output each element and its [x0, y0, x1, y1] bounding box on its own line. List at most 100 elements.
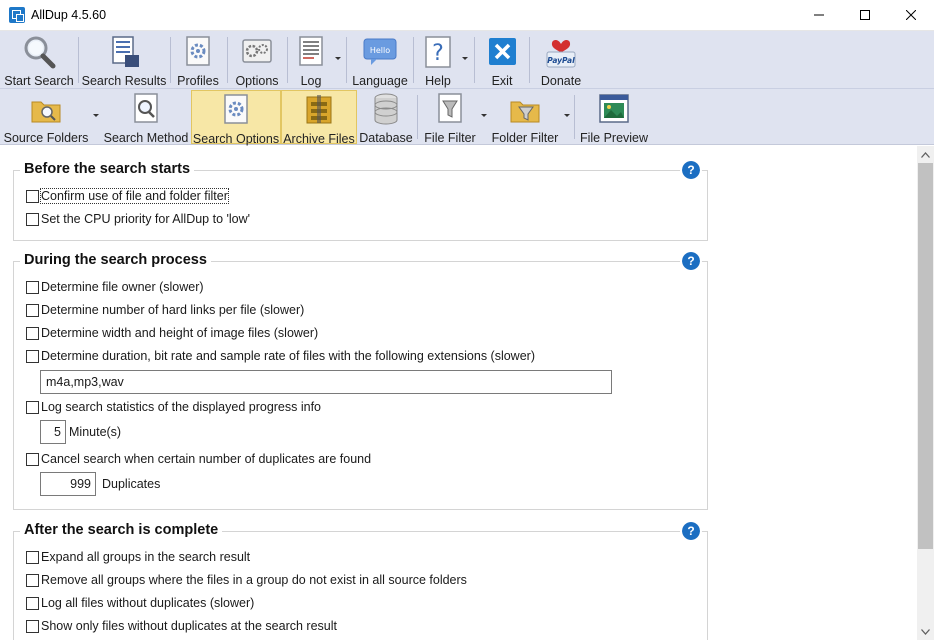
folder-filter-dropdown-arrow[interactable]	[564, 114, 570, 117]
help-icon[interactable]: ?	[680, 159, 702, 181]
log-search-statistics-checkbox[interactable]: Log search statistics of the displayed p…	[26, 400, 321, 414]
chevron-up-icon	[921, 151, 930, 158]
checkbox[interactable]	[26, 280, 39, 294]
close-button[interactable]	[888, 0, 934, 30]
minimize-icon	[814, 14, 824, 16]
group-title: Before the search starts	[20, 161, 195, 177]
file-filter-button[interactable]: File Filter	[422, 90, 478, 145]
search-results-button[interactable]: Search Results	[82, 33, 166, 88]
determine-image-size-checkbox[interactable]: Determine width and height of image file…	[26, 326, 318, 340]
options-button[interactable]: Options	[232, 33, 282, 88]
checkbox[interactable]	[26, 349, 39, 363]
source-folders-icon	[29, 92, 63, 126]
checkbox[interactable]	[26, 212, 39, 226]
search-options-button[interactable]: Search Options	[191, 90, 281, 146]
profiles-icon	[181, 35, 215, 69]
duplicates-unit: Duplicates	[102, 477, 161, 491]
toolbar-separator	[78, 37, 79, 83]
file-preview-icon	[597, 92, 631, 126]
help-dropdown-arrow[interactable]	[462, 57, 468, 60]
scroll-up-button[interactable]	[917, 146, 934, 163]
remove-groups-checkbox[interactable]: Remove all groups where the files in a g…	[26, 573, 467, 587]
donate-icon: PayPal	[544, 35, 578, 69]
determine-audio-info-checkbox[interactable]: Determine duration, bit rate and sample …	[26, 349, 535, 363]
determine-hard-links-checkbox[interactable]: Determine number of hard links per file …	[26, 303, 304, 317]
maximize-button[interactable]	[842, 0, 888, 30]
cancel-search-checkbox[interactable]: Cancel search when certain number of dup…	[26, 452, 371, 466]
close-icon	[906, 10, 916, 20]
checkbox[interactable]	[26, 303, 39, 317]
log-button[interactable]: Log	[292, 33, 330, 88]
window-title: AllDup 4.5.60	[31, 8, 107, 22]
before-search-group: Before the search starts ? Confirm use o…	[13, 159, 708, 241]
duplicates-count-input[interactable]: 999	[40, 472, 96, 496]
show-files-without-duplicates-checkbox[interactable]: Show only files without duplicates at th…	[26, 619, 337, 633]
checkbox[interactable]	[26, 596, 39, 610]
main-toolbar: Start Search Search Results Profiles Opt…	[0, 31, 934, 89]
exit-button[interactable]: Exit	[482, 33, 522, 88]
expand-all-groups-checkbox[interactable]: Expand all groups in the search result	[26, 550, 250, 564]
file-preview-button[interactable]: File Preview	[580, 90, 648, 145]
help-icon[interactable]: ?	[680, 250, 702, 272]
vertical-scrollbar[interactable]	[917, 146, 934, 640]
database-button[interactable]: Database	[358, 90, 414, 145]
language-button[interactable]: Hello Language	[351, 33, 409, 88]
toolbar-separator	[346, 37, 347, 83]
checkbox[interactable]	[26, 452, 39, 466]
checkbox[interactable]	[26, 550, 39, 564]
toolbar-separator	[170, 37, 171, 83]
toolbar-separator	[574, 95, 575, 139]
folder-filter-button[interactable]: Folder Filter	[491, 90, 559, 145]
search-results-icon	[107, 35, 141, 69]
magnifier-icon	[22, 35, 56, 69]
toolbar-separator	[227, 37, 228, 83]
checkbox[interactable]	[26, 400, 39, 414]
checkbox[interactable]	[26, 326, 39, 340]
database-icon	[369, 92, 403, 126]
determine-file-owner-checkbox[interactable]: Determine file owner (slower)	[26, 280, 204, 294]
log-icon	[294, 35, 328, 69]
file-filter-dropdown-arrow[interactable]	[481, 114, 487, 117]
group-title: During the search process	[20, 252, 211, 268]
log-interval-input[interactable]: 5	[40, 420, 66, 444]
checkbox[interactable]	[26, 189, 39, 203]
maximize-icon	[860, 10, 870, 20]
source-folders-dropdown-arrow[interactable]	[93, 114, 99, 117]
help-icon[interactable]: ?	[680, 520, 702, 542]
checkbox[interactable]	[26, 573, 39, 587]
svg-text:?: ?	[432, 41, 444, 66]
toolbar-separator	[413, 37, 414, 83]
cpu-priority-low-checkbox[interactable]: Set the CPU priority for AllDup to 'low'	[26, 212, 250, 226]
secondary-toolbar: Source Folders Search Method Search Opti…	[0, 89, 934, 146]
during-search-group: During the search process ? Determine fi…	[13, 250, 708, 510]
toolbar-separator	[287, 37, 288, 83]
minimize-button[interactable]	[796, 0, 842, 30]
archive-files-button[interactable]: Archive Files	[281, 90, 357, 146]
toolbar-separator	[474, 37, 475, 83]
scroll-down-button[interactable]	[917, 623, 934, 640]
log-interval-unit: Minute(s)	[69, 425, 122, 439]
source-folders-button[interactable]: Source Folders	[4, 90, 88, 145]
scroll-thumb[interactable]	[918, 163, 933, 549]
search-options-panel: Before the search starts ? Confirm use o…	[0, 146, 917, 640]
log-files-without-duplicates-checkbox[interactable]: Log all files without duplicates (slower…	[26, 596, 254, 610]
checkbox[interactable]	[26, 619, 39, 633]
help-button[interactable]: ? Help	[419, 33, 457, 88]
toolbar-separator	[529, 37, 530, 83]
toolbar-separator	[417, 95, 418, 139]
options-icon	[240, 35, 274, 69]
log-dropdown-arrow[interactable]	[335, 57, 341, 60]
profiles-button[interactable]: Profiles	[175, 33, 221, 88]
help-icon: ?	[421, 35, 455, 69]
group-title: After the search is complete	[20, 522, 223, 538]
donate-button[interactable]: PayPal Donate	[535, 33, 587, 88]
search-method-icon	[129, 92, 163, 126]
confirm-filter-checkbox[interactable]: Confirm use of file and folder filter	[26, 188, 229, 204]
search-method-button[interactable]: Search Method	[104, 90, 188, 145]
after-search-group: After the search is complete ? Expand al…	[13, 520, 708, 640]
audio-extensions-input[interactable]: m4a,mp3,wav	[40, 370, 612, 394]
start-search-button[interactable]: Start Search	[4, 33, 74, 88]
svg-text:PayPal: PayPal	[547, 56, 575, 65]
title-bar: AllDup 4.5.60	[0, 0, 934, 31]
language-icon: Hello	[363, 35, 397, 69]
